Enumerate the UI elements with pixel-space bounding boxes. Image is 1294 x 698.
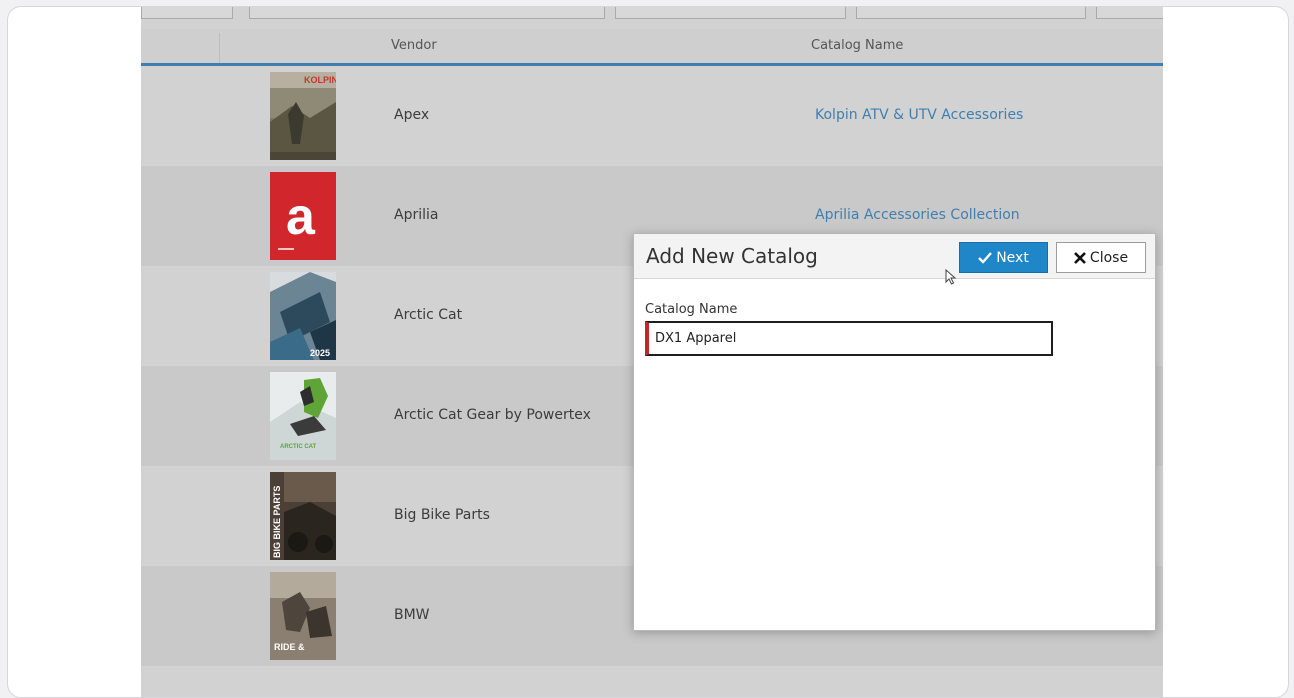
filter-input-vendor[interactable] (249, 7, 605, 19)
catalog-thumbnail[interactable]: a (270, 172, 336, 260)
filter-input-1[interactable] (141, 7, 233, 19)
thumb-text: KOLPIN (304, 75, 336, 85)
catalog-thumbnail[interactable]: 2025 (270, 272, 336, 360)
thumb-text: ARCTIC CAT (280, 444, 317, 450)
vendor-name: Big Bike Parts (394, 507, 490, 523)
dialog-title: Add New Catalog (646, 244, 818, 268)
thumb-text: a (286, 188, 316, 246)
next-button[interactable]: Next (959, 242, 1048, 273)
thumb-text: 2025 (310, 348, 330, 358)
catalog-link[interactable]: Aprilia Accessories Collection (815, 207, 1020, 223)
header-divider (219, 33, 220, 63)
close-button[interactable]: Close (1056, 242, 1146, 273)
filter-input-4[interactable] (856, 7, 1086, 19)
filter-row (141, 7, 1163, 29)
check-icon (978, 251, 993, 264)
vendor-name: Arctic Cat (394, 307, 463, 323)
catalog-thumbnail[interactable]: ARCTIC CAT (270, 372, 336, 460)
catalog-name-input[interactable] (645, 321, 1053, 356)
table-header: Vendor Catalog Name (141, 29, 1163, 66)
screenshot-frame: Vendor Catalog Name KOLPIN Apex Kolpin A… (7, 6, 1289, 698)
catalog-thumbnail[interactable]: RIDE & (270, 572, 336, 660)
filter-input-5[interactable] (1096, 7, 1163, 19)
vendor-name: Aprilia (394, 207, 439, 223)
next-button-label: Next (996, 249, 1029, 266)
mouse-pointer-icon (945, 269, 957, 285)
catalog-link[interactable]: Kolpin ATV & UTV Accessories (815, 107, 1023, 123)
filter-input-catalog[interactable] (615, 7, 846, 19)
catalog-thumbnail[interactable]: KOLPIN (270, 72, 336, 160)
vendor-name: Arctic Cat Gear by Powertex (394, 407, 591, 423)
dialog-header: Add New Catalog Next Close (634, 234, 1155, 279)
catalog-name-label: Catalog Name (645, 302, 738, 317)
vendor-name: Apex (394, 107, 430, 123)
add-catalog-dialog: Add New Catalog Next Close Catalog Name (633, 233, 1156, 631)
vendor-name: BMW (394, 607, 430, 623)
close-icon (1074, 251, 1086, 264)
thumb-text: RIDE & (274, 642, 305, 652)
catalog-thumbnail[interactable]: BIG BIKE PARTS (270, 472, 336, 560)
header-catalog-name[interactable]: Catalog Name (811, 38, 903, 53)
close-button-label: Close (1089, 249, 1129, 266)
table-row[interactable]: KOLPIN Apex Kolpin ATV & UTV Accessories (141, 66, 1163, 166)
thumb-text: BIG BIKE PARTS (272, 486, 282, 558)
header-vendor[interactable]: Vendor (391, 38, 437, 53)
